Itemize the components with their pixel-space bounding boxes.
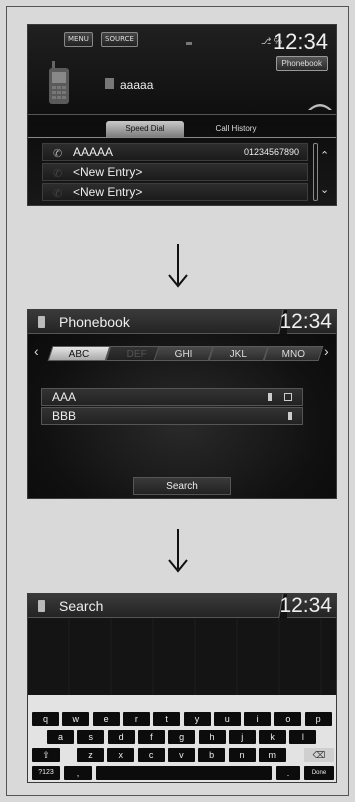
space-key[interactable]: [96, 766, 272, 780]
phone-icon: [38, 316, 45, 328]
phonebook-button[interactable]: Phonebook: [275, 56, 328, 71]
key-r[interactable]: r: [122, 712, 150, 726]
list-item[interactable]: ✆ <New Entry>: [42, 183, 308, 201]
mobile-icon: [288, 412, 292, 420]
swoosh-decoration-icon: [308, 104, 332, 110]
search-input-area[interactable]: [28, 618, 336, 695]
scroll-down-icon[interactable]: ⌄: [320, 183, 329, 196]
clock: 12:34: [279, 594, 332, 617]
tab-mno[interactable]: MNO: [263, 346, 324, 361]
scroll-up-icon[interactable]: ⌃: [320, 149, 329, 162]
tab-call-history[interactable]: Call History: [196, 121, 276, 137]
key-h[interactable]: h: [198, 730, 226, 744]
clock: 12:34: [272, 29, 328, 54]
down-arrow-icon: [168, 529, 188, 573]
page-title: Search: [59, 598, 104, 614]
tab-abc[interactable]: ABC: [47, 346, 111, 361]
clock: 12:34: [279, 310, 332, 333]
alphabet-tabs: ABC DEF GHI JKL MNO: [28, 345, 336, 362]
comma-key[interactable]: ,: [64, 766, 92, 780]
source-button[interactable]: SOURCE: [101, 32, 138, 47]
tab-speed-dial[interactable]: Speed Dial: [106, 121, 184, 137]
contact-icon: [105, 78, 114, 89]
key-l[interactable]: l: [289, 730, 317, 744]
mobile-icon: [268, 393, 272, 401]
tab-jkl[interactable]: JKL: [208, 346, 269, 361]
phone-screen: MENU SOURCE ⎇ ℅ 12:34 Phonebook aaaaa Sp…: [27, 24, 337, 206]
list-item[interactable]: AAA: [41, 388, 303, 406]
divider: [28, 114, 336, 115]
home-phone-icon: [284, 393, 292, 401]
key-q[interactable]: q: [32, 712, 59, 726]
key-v[interactable]: v: [167, 748, 195, 762]
key-t[interactable]: t: [153, 712, 181, 726]
key-s[interactable]: s: [77, 730, 105, 744]
list-item-label: BBB: [52, 409, 77, 423]
key-w[interactable]: w: [62, 712, 90, 726]
period-key[interactable]: .: [276, 766, 300, 780]
header-bar: Phonebook 12:34: [28, 310, 336, 334]
scrollbar[interactable]: [313, 143, 318, 201]
phone-handset-icon: ✆: [53, 168, 63, 180]
menu-button[interactable]: MENU: [64, 32, 93, 47]
key-a[interactable]: a: [47, 730, 74, 744]
phone-handset-icon: ✆: [53, 148, 63, 160]
key-b[interactable]: b: [198, 748, 226, 762]
list-item-label: <New Entry>: [73, 185, 143, 199]
numbers-key[interactable]: ?123: [32, 766, 60, 780]
key-c[interactable]: c: [137, 748, 165, 762]
search-button[interactable]: Search: [133, 477, 231, 495]
key-e[interactable]: e: [92, 712, 120, 726]
key-x[interactable]: x: [107, 748, 135, 762]
down-arrow-icon: [168, 244, 188, 288]
key-k[interactable]: k: [259, 730, 287, 744]
key-z[interactable]: z: [77, 748, 104, 762]
phonebook-screen: Phonebook 12:34 ‹ › ABC DEF GHI JKL MNO …: [27, 309, 337, 499]
onscreen-keyboard: qwertyuiop asdfghjkl zxcvbnm ⇧ ⌫ ?123 , …: [28, 695, 336, 782]
shift-key[interactable]: ⇧: [32, 748, 60, 762]
key-d[interactable]: d: [107, 730, 135, 744]
key-o[interactable]: o: [274, 712, 302, 726]
list-item[interactable]: BBB: [41, 407, 303, 425]
key-f[interactable]: f: [137, 730, 165, 744]
tab-ghi[interactable]: GHI: [153, 346, 214, 361]
top-bar: MENU SOURCE ⎇ ℅ 12:34: [28, 25, 336, 54]
list-item-label: <New Entry>: [73, 165, 143, 179]
key-p[interactable]: p: [304, 712, 332, 726]
header-bar: Search 12:34: [28, 594, 336, 618]
key-m[interactable]: m: [258, 748, 286, 762]
list-item-label: AAA: [52, 390, 77, 404]
phone-icon: [38, 600, 45, 612]
page-title: Phonebook: [59, 314, 130, 330]
page-indicator: [186, 42, 192, 45]
cellphone-icon: [49, 61, 69, 104]
list-item[interactable]: ✆ AAAAA 01234567890: [42, 143, 308, 161]
key-n[interactable]: n: [228, 748, 256, 762]
tab-bar: Speed Dial Call History: [28, 121, 336, 137]
list-item-label: AAAAA: [73, 145, 114, 159]
phone-handset-icon: ✆: [53, 188, 63, 200]
key-u[interactable]: u: [213, 712, 241, 726]
key-g[interactable]: g: [168, 730, 196, 744]
list-item-number: 01234567890: [243, 147, 299, 157]
divider: [28, 137, 336, 138]
done-key[interactable]: Done: [304, 766, 334, 780]
key-y[interactable]: y: [183, 712, 211, 726]
search-screen: Search 12:34 qwertyuiop asdfghjkl zxcvbn…: [27, 593, 337, 783]
key-i[interactable]: i: [244, 712, 272, 726]
backspace-key[interactable]: ⌫: [304, 748, 334, 762]
list-item[interactable]: ✆ <New Entry>: [42, 163, 308, 181]
active-contact-name: aaaaa: [120, 78, 154, 92]
key-j[interactable]: j: [228, 730, 256, 744]
